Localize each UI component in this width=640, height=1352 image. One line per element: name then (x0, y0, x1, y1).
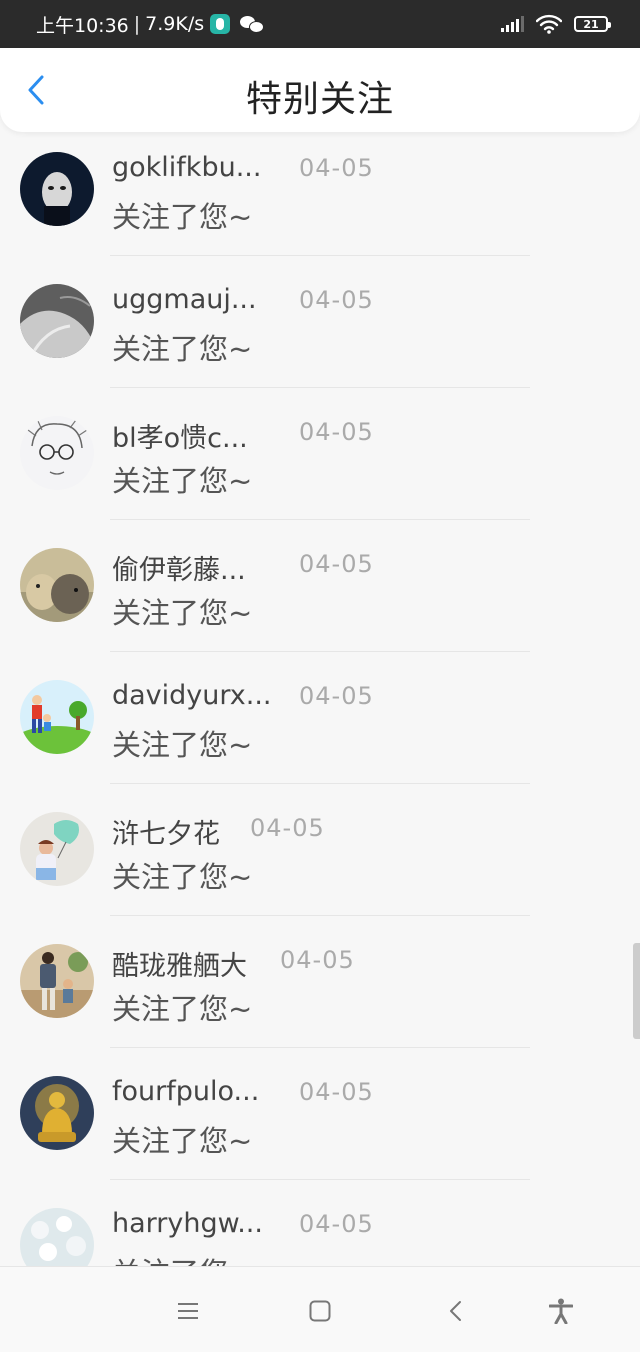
back-nav-button[interactable] (437, 1293, 473, 1329)
app-badge-icon (210, 14, 231, 34)
item-message: 关注了您~ (112, 464, 253, 498)
avatar[interactable] (20, 680, 94, 754)
user-name[interactable]: 酷珑雅舾大 (112, 944, 247, 983)
list-item[interactable]: harryhgw... 04-05 关注了您~ (0, 1180, 640, 1266)
status-right: 21 (501, 12, 611, 36)
status-time: 上午10:36 (36, 14, 129, 37)
avatar[interactable] (20, 548, 94, 622)
page-title: 特别关注 (245, 79, 394, 120)
item-message: 关注了您~ (112, 200, 253, 234)
avatar[interactable] (20, 944, 94, 1018)
item-message: 关注了您~ (112, 860, 253, 894)
follow-list[interactable]: goklifkbu... 04-05 关注了您~ uggmauj... 04-0… (0, 130, 640, 1266)
item-message: 关注了您~ (112, 992, 253, 1026)
battery-icon: 21 (574, 16, 611, 32)
avatar[interactable] (20, 152, 94, 226)
page-header: 特别关注 (0, 48, 640, 132)
system-nav-bar (0, 1266, 640, 1352)
item-date: 04-05 (299, 682, 374, 710)
avatar[interactable] (20, 416, 94, 490)
avatar[interactable] (20, 284, 94, 358)
status-left: 上午10:36 | 7.9K/s (36, 12, 265, 37)
list-item[interactable]: uggmauj... 04-05 关注了您~ (0, 256, 640, 388)
list-item[interactable]: goklifkbu... 04-05 关注了您~ (0, 130, 640, 256)
user-name[interactable]: davidyurx... (112, 680, 272, 711)
item-date: 04-05 (299, 550, 374, 578)
user-name[interactable]: bl孝o愦c... (112, 416, 248, 455)
item-message: 关注了您~ (112, 596, 253, 630)
list-item[interactable]: 偷伊彰藤... 04-05 关注了您~ (0, 520, 640, 652)
item-message: 关注了您~ (112, 1250, 252, 1266)
signal-icon (501, 16, 526, 32)
scrollbar[interactable] (633, 943, 640, 1039)
user-name[interactable]: 浒七夕花 (112, 812, 220, 851)
item-date: 04-05 (250, 814, 325, 842)
home-button[interactable] (302, 1293, 338, 1329)
item-date: 04-05 (299, 286, 374, 314)
item-date: 04-05 (299, 154, 374, 182)
menu-button[interactable] (170, 1293, 206, 1329)
accessibility-icon (549, 1298, 573, 1324)
status-separator: | (133, 13, 141, 35)
item-message: 关注了您~ (112, 728, 253, 762)
list-item[interactable]: fourfpulo... 04-05 关注了您~ (0, 1048, 640, 1180)
item-date: 04-05 (299, 418, 374, 446)
user-name[interactable]: uggmauj... (112, 284, 257, 315)
back-icon (450, 1301, 461, 1321)
accessibility-button[interactable] (543, 1293, 579, 1329)
wifi-icon (536, 14, 562, 34)
status-bar: 上午10:36 | 7.9K/s 21 (0, 0, 640, 48)
user-name[interactable]: fourfpulo... (112, 1076, 259, 1107)
item-date: 04-05 (299, 1210, 374, 1238)
list-item[interactable]: 酷珑雅舾大 04-05 关注了您~ (0, 916, 640, 1048)
user-name[interactable]: 偷伊彰藤... (112, 548, 246, 587)
user-name[interactable]: goklifkbu... (112, 152, 261, 183)
item-date: 04-05 (299, 1078, 374, 1106)
item-date: 04-05 (280, 946, 355, 974)
avatar[interactable] (20, 1076, 94, 1150)
list-item[interactable]: davidyurx... 04-05 关注了您~ (0, 652, 640, 784)
wechat-icon (240, 15, 265, 33)
avatar[interactable] (20, 1208, 94, 1266)
list-item[interactable]: bl孝o愦c... 04-05 关注了您~ (0, 388, 640, 520)
user-name[interactable]: harryhgw... (112, 1208, 263, 1239)
item-message: 关注了您~ (112, 1124, 253, 1158)
home-icon (309, 1300, 331, 1322)
avatar[interactable] (20, 812, 94, 886)
list-item[interactable]: 浒七夕花 04-05 关注了您~ (0, 784, 640, 916)
menu-icon (178, 1303, 198, 1319)
network-speed: 7.9K/s (145, 13, 205, 35)
battery-level: 21 (583, 17, 599, 31)
item-message: 关注了您~ (112, 332, 253, 366)
